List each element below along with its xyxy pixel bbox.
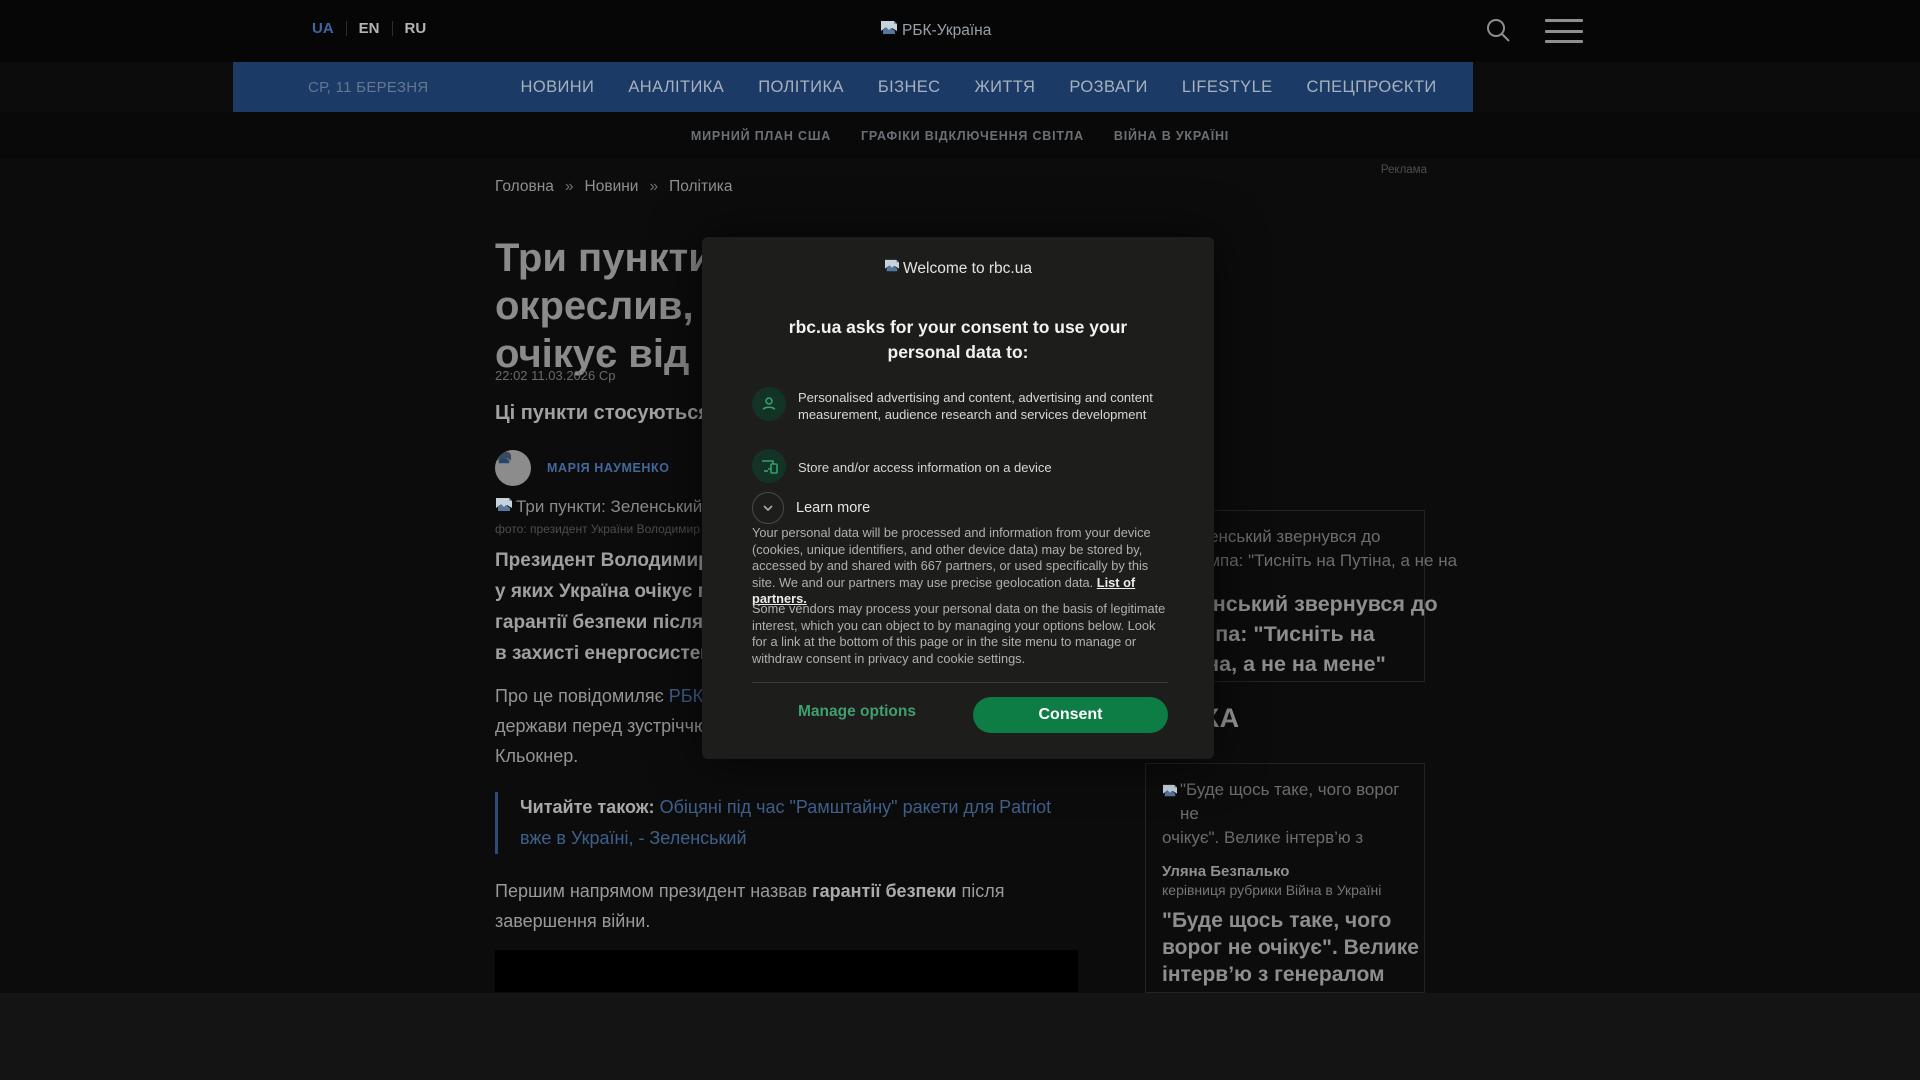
article-datetime: 22:02 11.03.2026 Ср: [495, 368, 616, 383]
card-image-placeholder: "Буде щось таке, чого ворог не очікує". …: [1162, 778, 1412, 854]
paragraph-bold-text: гарантії безпеки: [812, 881, 957, 901]
lang-ru[interactable]: RU: [405, 20, 427, 37]
author-link[interactable]: МАРІЯ НАУМЕНКО: [547, 461, 670, 475]
embedded-video-placeholder[interactable]: [495, 950, 1078, 992]
device-icon: [752, 449, 786, 483]
card-title-line: ворог не очікує". Велике: [1162, 936, 1419, 959]
card-title-line: інтерв’ю з генералом: [1162, 963, 1385, 986]
nav-item-spetsproekty[interactable]: СПЕЦПРОЄКТИ: [1307, 78, 1437, 97]
avatar: [495, 450, 531, 486]
purpose-text: Store and/or access information on a dev…: [798, 459, 1052, 475]
consent-paragraph-1: Your personal data will be processed and…: [752, 525, 1172, 608]
consent-welcome-row: Welcome to rbc.ua: [702, 259, 1214, 278]
nav-item-polityka[interactable]: ПОЛІТИКА: [758, 78, 844, 97]
broken-image-icon: [880, 20, 898, 41]
manage-options-button[interactable]: Manage options: [798, 703, 916, 721]
breadcrumb-separator: »: [564, 178, 574, 195]
read-also-label: Читайте також:: [520, 797, 655, 817]
top-bar: UA EN RU РБК-Україна: [0, 0, 1920, 62]
topic-peace-plan[interactable]: МИРНИЙ ПЛАН США: [691, 129, 831, 143]
lang-ua[interactable]: UA: [312, 20, 334, 37]
nav-item-zhyttia[interactable]: ЖИТТЯ: [975, 78, 1036, 97]
consent-purpose-personalised-ads: Personalised advertising and content, ad…: [752, 387, 1178, 423]
sidebar-card-komarenko-interview[interactable]: "Буде щось таке, чого ворог не очікує". …: [1145, 763, 1425, 1013]
broken-image-icon: [884, 259, 900, 278]
ad-label: Реклама: [1380, 164, 1427, 176]
learn-more-label[interactable]: Learn more: [796, 500, 870, 516]
consent-paragraph-text: Your personal data will be processed and…: [752, 525, 1151, 590]
card-alt-line: очікує". Велике інтерв’ю з: [1162, 828, 1364, 847]
card-author-role: керівниця рубрики Війна в Україні: [1162, 882, 1382, 898]
nav-item-biznes[interactable]: БІЗНЕС: [878, 78, 941, 97]
article-author-row: МАРІЯ НАУМЕНКО: [495, 450, 670, 486]
nav-date: СР, 11 БЕРЕЗНЯ: [308, 78, 429, 96]
topic-blackout-schedules[interactable]: ГРАФІКИ ВІДКЛЮЧЕННЯ СВІТЛА: [861, 129, 1084, 143]
paragraph-text: Першим напрямом президент назвав: [495, 881, 813, 901]
broken-image-icon: [1162, 781, 1178, 805]
site-logo[interactable]: РБК-Україна: [880, 20, 991, 41]
consent-welcome-text: Welcome to rbc.ua: [903, 259, 1032, 277]
learn-more-toggle[interactable]: Learn more: [752, 492, 870, 524]
main-navigation: СР, 11 БЕРЕЗНЯ НОВИНИ АНАЛІТИКА ПОЛІТИКА…: [233, 62, 1473, 112]
nav-item-rozvahy[interactable]: РОЗВАГИ: [1069, 78, 1148, 97]
nav-item-lifestyle[interactable]: LIFESTYLE: [1182, 78, 1273, 97]
footer-strip: [0, 993, 1920, 1080]
article-paragraph: Першим напрямом президент назвав гаранті…: [495, 876, 1078, 936]
read-also-block: Читайте також: Обіцяні під час "Рамштайн…: [495, 792, 1080, 854]
divider: [391, 21, 393, 36]
hot-topics-bar: МИРНИЙ ПЛАН США ГРАФІКИ ВІДКЛЮЧЕННЯ СВІТ…: [0, 112, 1920, 159]
breadcrumb-news[interactable]: Новини: [585, 178, 639, 196]
site-logo-alt-text: РБК-Україна: [902, 21, 992, 39]
source-text: Про це повідомиляє: [495, 686, 669, 706]
page-root: UA EN RU РБК-Україна СР, 11 БЕРЕЗНЯ НОВИ…: [0, 0, 1920, 1080]
topic-war-in-ukraine[interactable]: ВІЙНА В УКРАЇНІ: [1114, 129, 1229, 143]
consent-purpose-store-access: Store and/or access information on a dev…: [752, 449, 1178, 483]
card-title-line: "Буде щось таке, чого: [1162, 909, 1392, 932]
hamburger-icon[interactable]: [1545, 19, 1583, 43]
nav-item-novyny[interactable]: НОВИНИ: [521, 78, 595, 97]
breadcrumb: Головна » Новини » Політика: [495, 178, 733, 196]
consent-heading: rbc.ua asks for your consent to use your…: [788, 317, 1128, 362]
breadcrumb-politics[interactable]: Політика: [669, 178, 732, 196]
chevron-down-icon[interactable]: [752, 492, 784, 524]
nav-item-analityka[interactable]: АНАЛІТИКА: [628, 78, 724, 97]
divider: [345, 21, 347, 36]
person-icon: [752, 387, 786, 421]
card-alt-line: генералом Комаренком: [1162, 850, 1412, 854]
broken-image-icon: [495, 497, 513, 518]
breadcrumb-home[interactable]: Головна: [495, 178, 554, 196]
card-author: Уляна Безпалько: [1162, 863, 1290, 880]
consent-button[interactable]: Consent: [973, 697, 1168, 733]
lang-en[interactable]: EN: [359, 20, 380, 37]
card-alt-line: "Буде щось таке, чого ворог не: [1180, 780, 1400, 823]
divider: [752, 682, 1168, 683]
language-switcher: UA EN RU: [312, 20, 426, 37]
breadcrumb-separator: »: [649, 178, 659, 195]
consent-dialog: Welcome to rbc.ua rbc.ua asks for your c…: [702, 237, 1214, 759]
purpose-text: Personalised advertising and content, ad…: [798, 390, 1153, 422]
consent-paragraph-2: Some vendors may process your personal d…: [752, 601, 1166, 666]
search-icon[interactable]: [1483, 15, 1513, 45]
